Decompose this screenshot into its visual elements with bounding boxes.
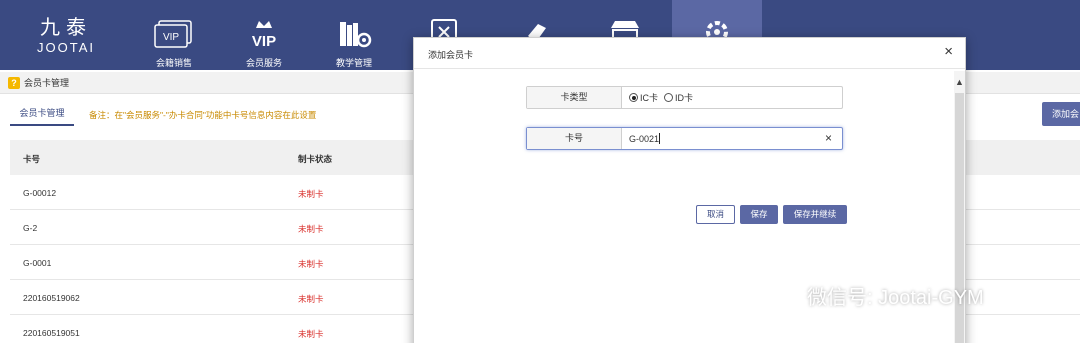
nav-label: 教学管理 — [335, 58, 372, 68]
header-card-status: 制卡状态 — [298, 154, 333, 164]
card-no-cell: G-00012 — [23, 188, 57, 198]
add-card-button[interactable]: 添加会 — [1042, 102, 1080, 126]
dialog-header: 添加会员卡 × — [414, 38, 965, 69]
logo-en: JOOTAI — [37, 40, 95, 55]
status-cell: 未制卡 — [298, 259, 324, 269]
dialog-title: 添加会员卡 — [428, 50, 474, 60]
status-cell: 未制卡 — [298, 329, 324, 339]
watermark-text: 微信号: Jootai-GYM — [807, 287, 984, 309]
nav-item-membership-sales[interactable]: VIP 会籍销售 — [129, 0, 219, 70]
svg-text:VIP: VIP — [252, 33, 276, 50]
settings-note: 备注：在"会员服务"-"办卡合同"功能中卡号信息内容在此设置 — [89, 110, 317, 120]
tab-card-management[interactable]: 会员卡管理 — [10, 104, 74, 126]
help-icon: ? — [8, 76, 20, 89]
vip-card-icon: VIP — [129, 17, 219, 51]
clear-icon[interactable]: × — [825, 131, 832, 145]
card-type-label: 卡类型 — [527, 87, 622, 108]
nav-label: 会籍销售 — [155, 58, 192, 68]
ic-card-label[interactable]: IC卡 — [640, 91, 658, 104]
vip-crown-icon: VIP — [219, 17, 309, 51]
nav-item-member-service[interactable]: VIP 会员服务 — [219, 0, 309, 70]
logo[interactable]: 九泰 JOOTAI — [26, 16, 106, 55]
save-button[interactable]: 保存 — [740, 205, 778, 224]
id-card-radio[interactable] — [664, 93, 674, 102]
scroll-up-icon[interactable]: ▲ — [954, 77, 965, 87]
card-type-options: IC卡 ID卡 — [623, 87, 842, 108]
logo-cn: 九泰 — [40, 15, 92, 39]
card-no-cell: 220160519062 — [23, 293, 80, 303]
id-card-label[interactable]: ID卡 — [675, 91, 693, 104]
card-no-cell: G-2 — [23, 223, 38, 233]
status-cell: 未制卡 — [298, 189, 324, 199]
svg-text:VIP: VIP — [163, 32, 179, 43]
header-card-no: 卡号 — [23, 154, 41, 164]
teaching-books-icon — [309, 17, 399, 51]
ic-card-radio[interactable] — [629, 93, 638, 102]
wechat-icon — [760, 282, 797, 308]
card-no-label: 卡号 — [527, 128, 622, 149]
card-no-row: 卡号 G-0021 × — [526, 127, 843, 150]
wechat-watermark: 微信号: Jootai-GYM — [757, 281, 984, 310]
nav-label: 会员服务 — [245, 58, 282, 68]
nav-item-teaching[interactable]: 教学管理 — [309, 0, 399, 70]
status-cell: 未制卡 — [298, 224, 324, 234]
save-and-continue-button[interactable]: 保存并继续 — [783, 205, 847, 224]
card-no-cell: G-0001 — [23, 258, 52, 268]
cancel-button[interactable]: 取消 — [696, 205, 735, 224]
status-cell: 未制卡 — [298, 294, 324, 304]
text-caret — [659, 133, 661, 144]
card-type-row: 卡类型 IC卡 ID卡 — [526, 86, 843, 109]
close-icon[interactable]: × — [944, 44, 953, 60]
card-no-input[interactable]: G-0021 × — [623, 128, 842, 149]
card-no-cell: 220160519051 — [23, 328, 80, 338]
breadcrumb-title: 会员卡管理 — [24, 78, 70, 88]
card-no-value: G-0021 — [629, 133, 660, 144]
